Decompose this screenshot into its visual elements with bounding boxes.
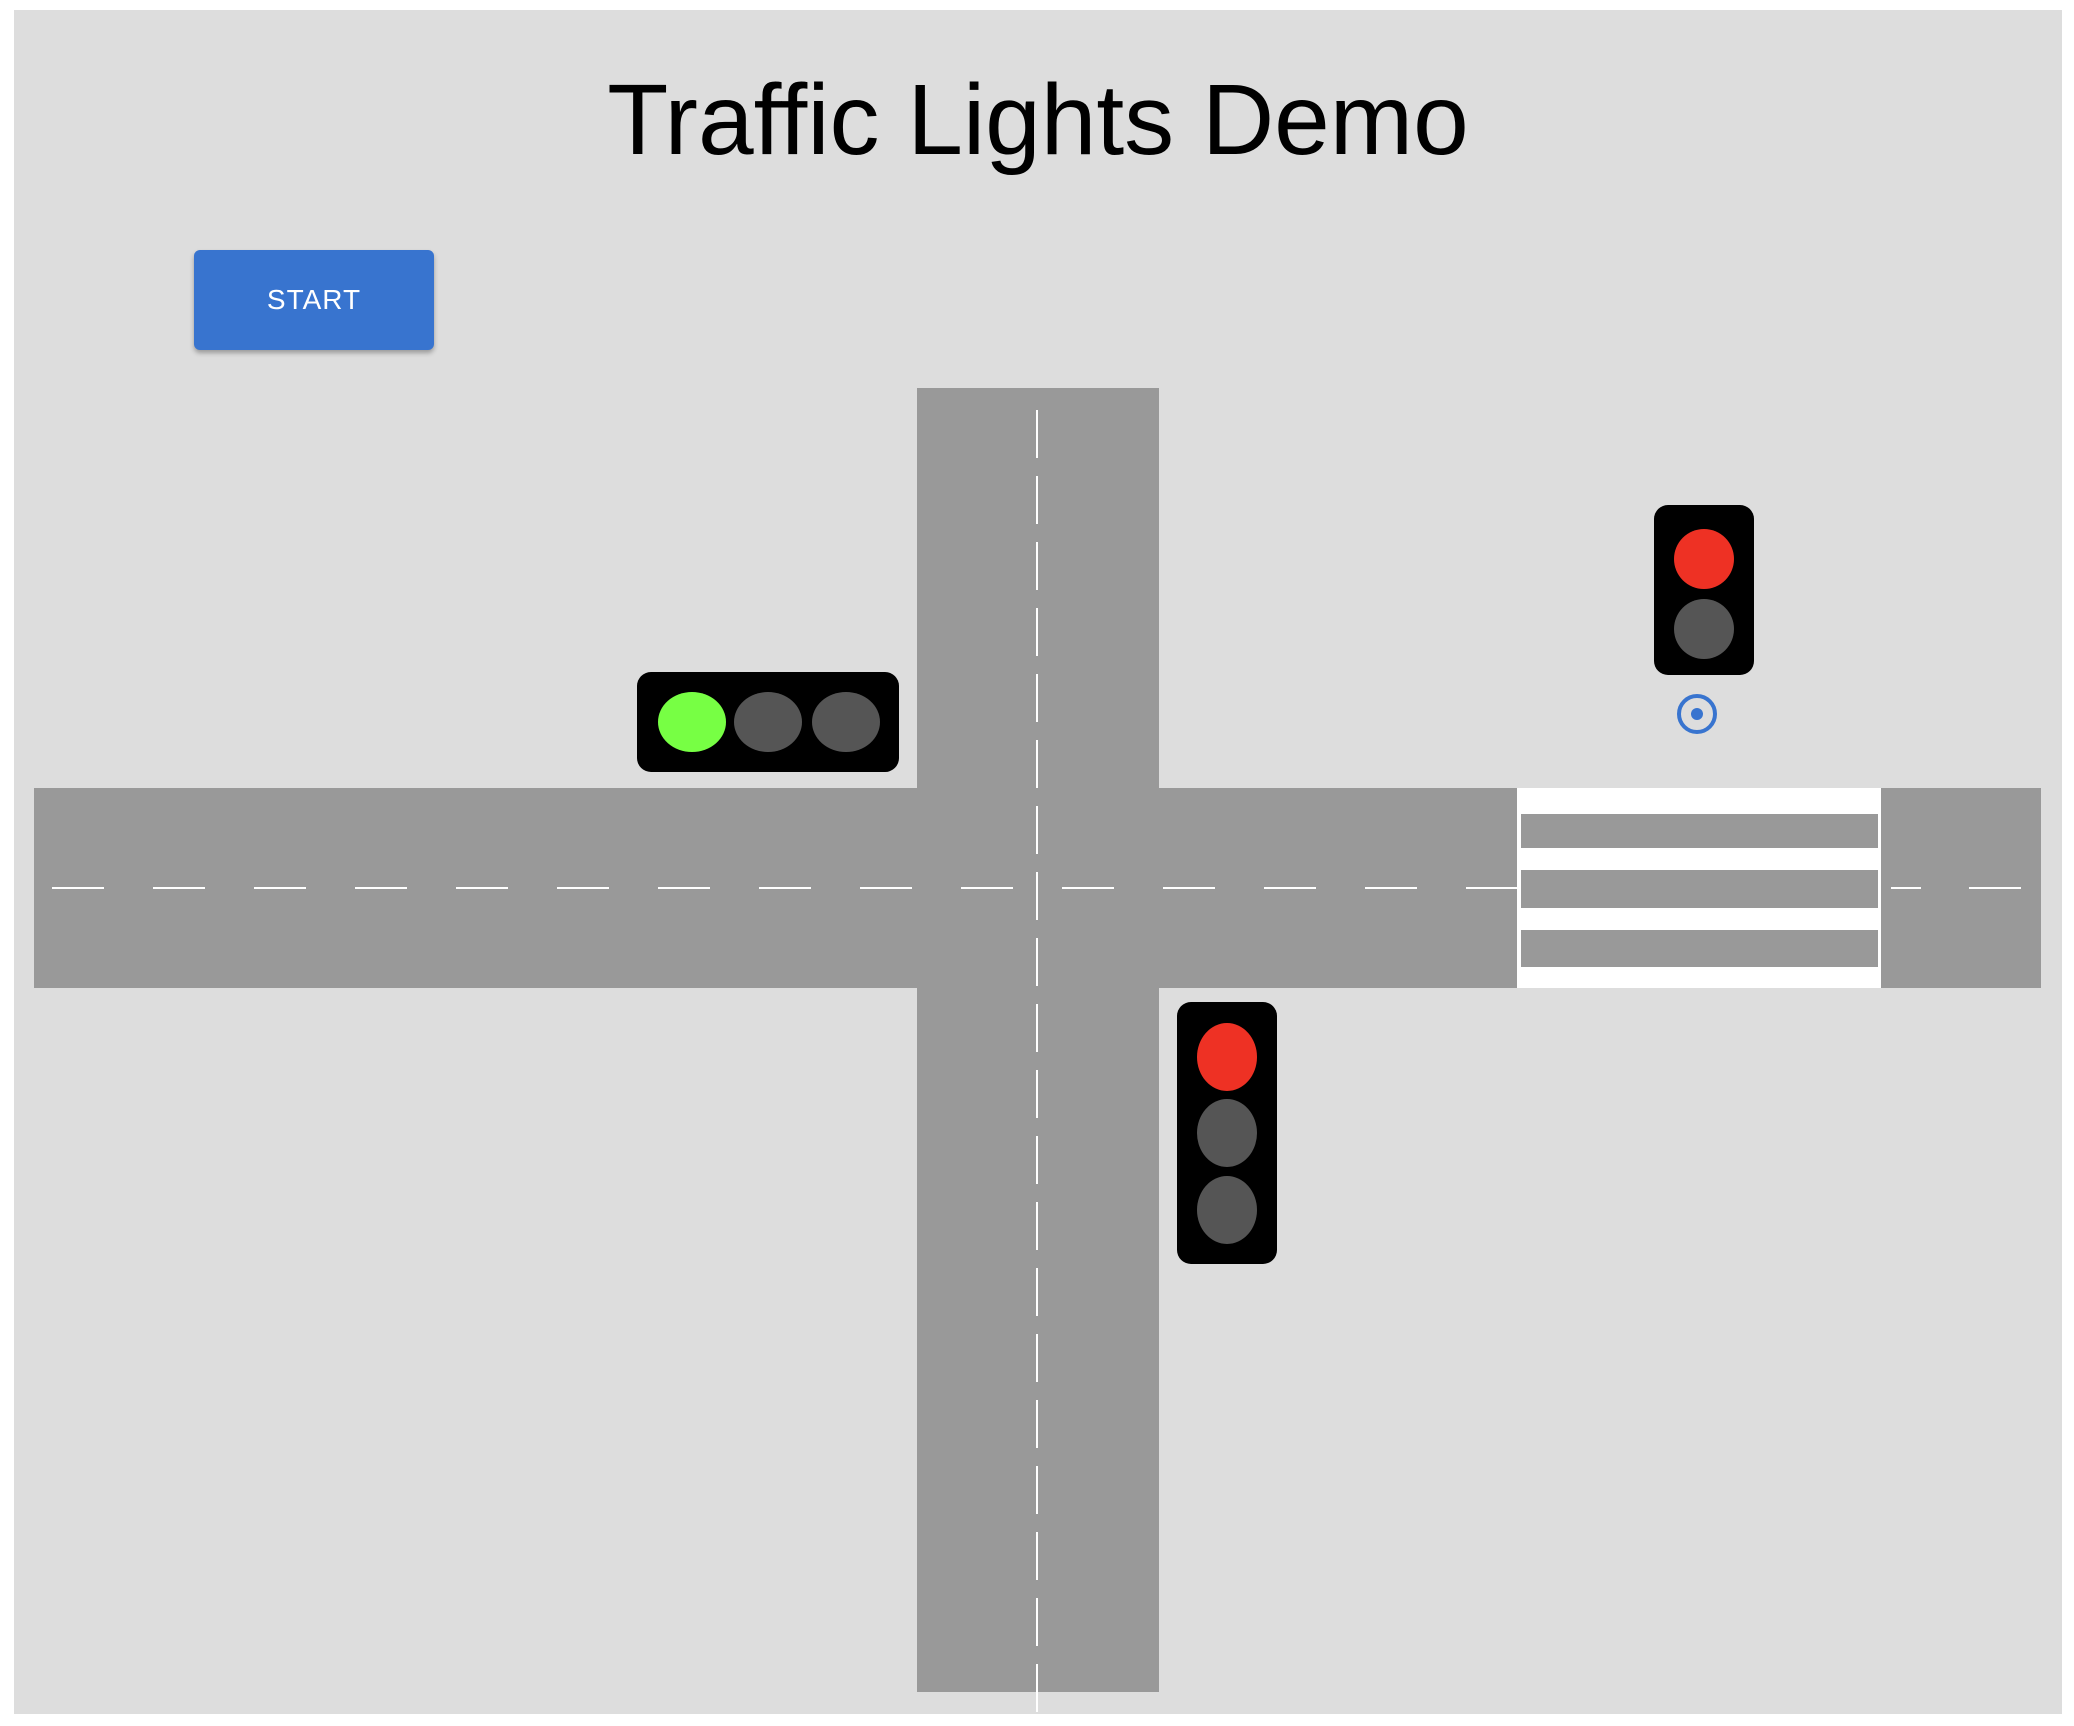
green-lamp (658, 692, 726, 752)
lane-dash (1036, 1136, 1038, 1184)
radio-target-icon[interactable] (1677, 694, 1717, 734)
horizontal-traffic-light (637, 672, 899, 772)
lane-dash (1036, 1532, 1038, 1580)
lane-dash (1036, 1400, 1038, 1448)
lane-dash (557, 887, 609, 889)
crosswalk-stripe (1519, 908, 1881, 930)
yellow-lamp (1197, 1099, 1257, 1167)
red-lamp (1197, 1023, 1257, 1091)
lane-dash (1163, 887, 1215, 889)
lane-dash (1969, 887, 2021, 889)
lane-dash (1036, 1334, 1038, 1382)
lane-dash (860, 887, 912, 889)
green-lamp (1197, 1176, 1257, 1244)
lane-dash (1264, 887, 1316, 889)
intersection-scene (34, 388, 2041, 1712)
lane-dash (355, 887, 407, 889)
lane-dash (153, 887, 205, 889)
lane-dash (1036, 608, 1038, 656)
lane-dash (1036, 1268, 1038, 1316)
lane-dash (1036, 1598, 1038, 1646)
lane-dash (1466, 887, 1518, 889)
crosswalk (1517, 788, 1881, 988)
lane-dash (1036, 872, 1038, 920)
lane-dash (1036, 938, 1038, 986)
red-lamp (812, 692, 880, 752)
pedestrian-traffic-light (1654, 505, 1754, 675)
lane-dash (759, 887, 811, 889)
lane-dash (456, 887, 508, 889)
lane-dash (1036, 1664, 1038, 1712)
lane-dash (658, 887, 710, 889)
lane-dash (1036, 476, 1038, 524)
lane-dash (1036, 1004, 1038, 1052)
crosswalk-edge (1878, 788, 1881, 988)
lane-dash (1036, 542, 1038, 590)
walk-lamp (1674, 599, 1734, 659)
lane-dash (1036, 1466, 1038, 1514)
lane-dash (254, 887, 306, 889)
lane-dash (1036, 740, 1038, 788)
yellow-lamp (734, 692, 802, 752)
crosswalk-edge (1517, 788, 1521, 988)
lane-dash (52, 887, 104, 889)
crosswalk-stripe (1519, 788, 1881, 814)
lane-dash (1036, 1202, 1038, 1250)
lane-dash (1036, 806, 1038, 854)
lane-dash (1365, 887, 1417, 889)
lane-dash (961, 887, 1013, 889)
lane-dash (1036, 410, 1038, 458)
crosswalk-stripe (1519, 967, 1881, 988)
lane-dash (1036, 1070, 1038, 1118)
lane-dash (1062, 887, 1114, 889)
red-lamp (1674, 529, 1734, 589)
lane-dash (1036, 674, 1038, 722)
lane-dash (1891, 887, 1921, 889)
crosswalk-stripe (1519, 848, 1881, 870)
app-canvas: Traffic Lights Demo START (14, 10, 2062, 1714)
vertical-traffic-light (1177, 1002, 1277, 1264)
